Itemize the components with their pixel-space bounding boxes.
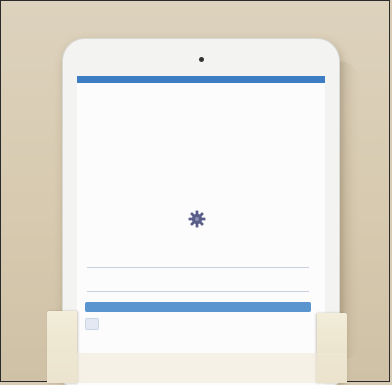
stand-front-panel [47, 353, 347, 383]
app-corner-icon[interactable] [85, 318, 99, 330]
tablet-device [63, 39, 339, 385]
gear-logo-icon [188, 210, 206, 228]
login-button[interactable] [85, 302, 311, 312]
status-bar [77, 76, 325, 83]
password-input[interactable] [87, 291, 309, 292]
photo-frame [0, 0, 390, 385]
username-input[interactable] [87, 267, 309, 268]
tablet-screen [77, 76, 325, 385]
front-camera-icon [199, 57, 204, 62]
